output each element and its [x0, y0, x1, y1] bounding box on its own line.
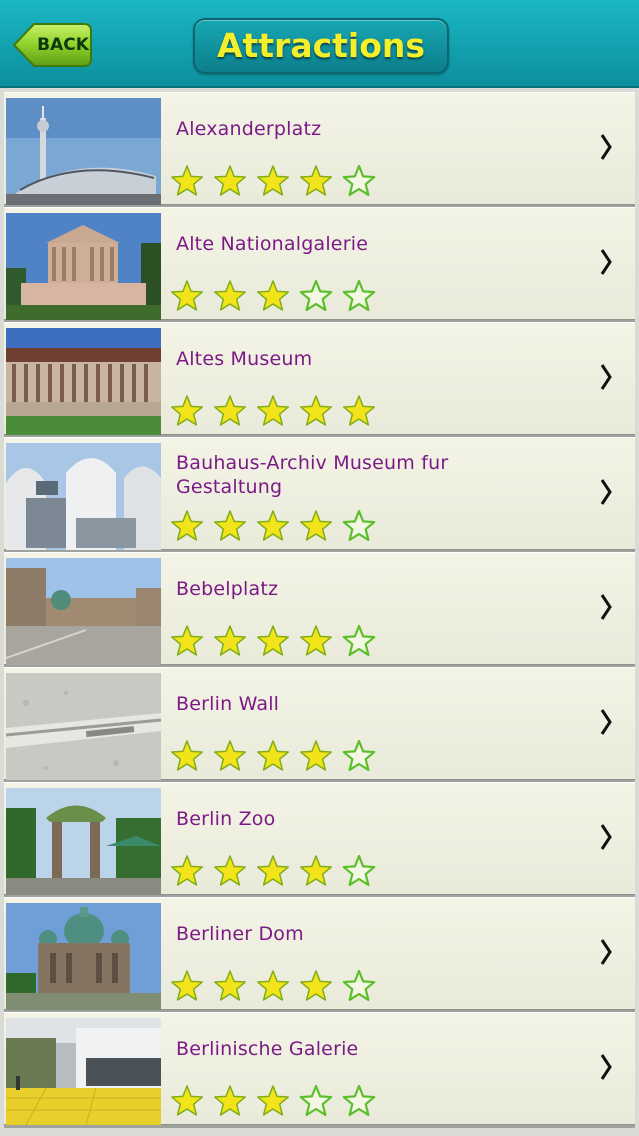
list-item[interactable]: Berliner Dom: [4, 897, 635, 1010]
star-filled-icon: [214, 855, 246, 886]
star-filled-icon: [214, 970, 246, 1001]
star-filled-icon: [343, 395, 375, 426]
star-filled-icon: [257, 855, 289, 886]
attractions-list: Alexanderplatz Alte Nationalgalerie Alte…: [4, 92, 635, 1128]
attraction-photo: [6, 213, 161, 320]
attraction-name: Bebelplatz: [176, 578, 279, 600]
star-outline-icon: [342, 279, 376, 312]
star-filled-icon: [171, 740, 203, 771]
chevron-right-icon: [600, 249, 612, 275]
star-outline-icon: [342, 164, 376, 197]
star-filled-icon: [171, 970, 203, 1001]
star-filled-icon: [214, 395, 246, 426]
back-button[interactable]: BACK: [12, 22, 92, 68]
star-filled-icon: [171, 625, 203, 656]
attraction-name: Berliner Dom: [176, 923, 304, 945]
star-filled-icon: [257, 510, 289, 541]
list-item[interactable]: Altes Museum: [4, 322, 635, 435]
star-filled-icon: [300, 165, 332, 196]
star-outline-icon: [299, 279, 333, 312]
list-item[interactable]: Berlin Zoo: [4, 782, 635, 895]
star-filled-icon: [171, 165, 203, 196]
chevron-right-icon: [600, 709, 612, 735]
chevron-right-icon: [600, 479, 612, 505]
star-filled-icon: [257, 625, 289, 656]
star-filled-icon: [171, 1085, 203, 1116]
attraction-name: Berlinische Galerie: [176, 1038, 359, 1060]
list-item[interactable]: Alte Nationalgalerie: [4, 207, 635, 320]
star-filled-icon: [214, 165, 246, 196]
list-item[interactable]: Alexanderplatz: [4, 92, 635, 205]
star-outline-icon: [342, 969, 376, 1002]
attraction-name: Altes Museum: [176, 348, 313, 370]
star-filled-icon: [214, 1085, 246, 1116]
star-filled-icon: [257, 165, 289, 196]
chevron-right-icon: [600, 1054, 612, 1080]
star-outline-icon: [299, 1084, 333, 1117]
attraction-photo: [6, 558, 161, 665]
star-outline-icon: [342, 624, 376, 657]
attraction-photo: [6, 98, 161, 205]
star-filled-icon: [214, 510, 246, 541]
star-filled-icon: [300, 625, 332, 656]
attraction-photo: [6, 788, 161, 895]
attraction-name: Alexanderplatz: [176, 118, 322, 140]
star-filled-icon: [300, 970, 332, 1001]
title-box: Attractions: [193, 18, 449, 74]
star-filled-icon: [214, 740, 246, 771]
star-filled-icon: [257, 1085, 289, 1116]
star-filled-icon: [171, 510, 203, 541]
star-filled-icon: [300, 510, 332, 541]
star-filled-icon: [257, 970, 289, 1001]
attraction-name: Berlin Wall: [176, 693, 280, 715]
attraction-photo: [6, 1018, 161, 1125]
page-title: Attractions: [216, 26, 426, 65]
chevron-right-icon: [600, 824, 612, 850]
star-filled-icon: [171, 280, 203, 311]
chevron-right-icon: [600, 364, 612, 390]
list-item[interactable]: Berlin Wall: [4, 667, 635, 780]
list-item[interactable]: Bauhaus-Archiv Museum fur Gestaltung: [4, 437, 635, 550]
star-filled-icon: [214, 625, 246, 656]
list-item[interactable]: Bebelplatz: [4, 552, 635, 665]
star-filled-icon: [214, 280, 246, 311]
star-filled-icon: [257, 395, 289, 426]
star-outline-icon: [342, 509, 376, 542]
star-filled-icon: [300, 855, 332, 886]
star-filled-icon: [171, 395, 203, 426]
list-item[interactable]: Berlinische Galerie: [4, 1012, 635, 1125]
star-outline-icon: [342, 854, 376, 887]
chevron-right-icon: [600, 134, 612, 160]
star-outline-icon: [342, 1084, 376, 1117]
back-button-label: BACK: [37, 35, 89, 55]
attraction-photo: [6, 443, 161, 550]
navigation-bar: BACK Attractions: [0, 0, 639, 88]
attraction-photo: [6, 328, 161, 435]
attraction-name: Bauhaus-Archiv Museum fur Gestaltung: [176, 452, 449, 498]
star-outline-icon: [342, 739, 376, 772]
star-filled-icon: [257, 740, 289, 771]
attraction-name: Berlin Zoo: [176, 808, 276, 830]
star-filled-icon: [257, 280, 289, 311]
chevron-right-icon: [600, 594, 612, 620]
attraction-name: Alte Nationalgalerie: [176, 233, 369, 255]
attraction-photo: [6, 903, 161, 1010]
chevron-right-icon: [600, 939, 612, 965]
star-filled-icon: [171, 855, 203, 886]
star-filled-icon: [300, 740, 332, 771]
star-filled-icon: [300, 395, 332, 426]
attraction-photo: [6, 673, 161, 780]
